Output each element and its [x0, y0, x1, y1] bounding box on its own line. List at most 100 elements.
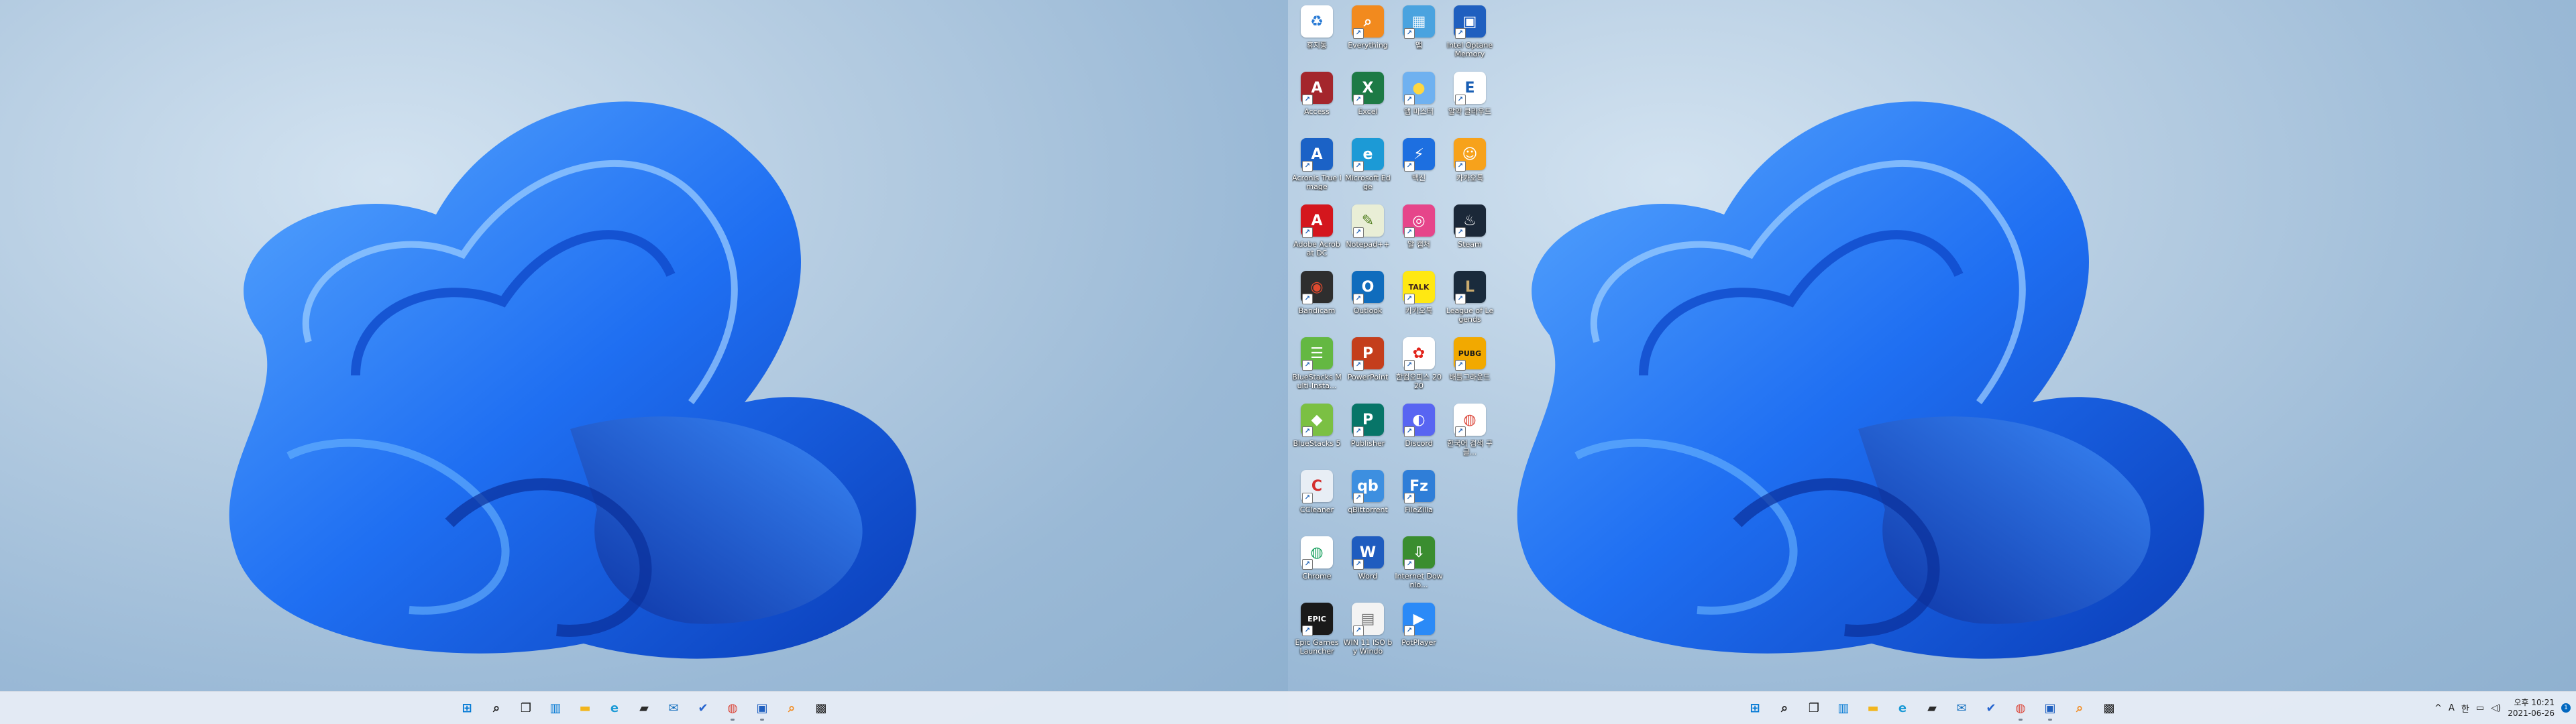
hancom-office-icon: ✿ ↗: [1403, 337, 1435, 371]
desktop-icon[interactable]: O ↗ Outlook: [1342, 268, 1393, 335]
recycle-bin-icon: ♻: [1301, 5, 1333, 38]
ime-mode-indicator[interactable]: A: [2449, 703, 2455, 713]
volume-icon[interactable]: ◁): [2491, 703, 2501, 713]
shortcut-arrow-icon: ↗: [1353, 294, 1364, 304]
todo-button[interactable]: ✔: [690, 695, 716, 721]
input-language-indicator[interactable]: 한: [2461, 702, 2469, 715]
widgets-button[interactable]: ▥: [542, 695, 569, 721]
desktop-icon[interactable]: ◆ ↗ BlueStacks 5: [1291, 401, 1342, 467]
check-icon: ✔: [698, 701, 708, 715]
desktop-icon[interactable]: TALK ↗ 카카오톡: [1393, 268, 1444, 335]
desktop-icon-label: 한국어 검색 구글...: [1447, 439, 1493, 457]
desktop-icon[interactable]: PUBG ↗ 배틀그라운드: [1444, 335, 1495, 401]
search-button[interactable]: ⌕: [1771, 695, 1798, 721]
mail-button[interactable]: ✉: [660, 695, 687, 721]
desktop-icon-label: 알약 클라우드: [1448, 107, 1492, 116]
desktop-icon[interactable]: P ↗ PowerPoint: [1342, 335, 1393, 401]
desktop-icon[interactable]: ⌕ ↗ Everything: [1342, 3, 1393, 69]
desktop-icon[interactable]: C ↗ CCleaner: [1291, 467, 1342, 534]
desktop-icon[interactable]: e ↗ Microsoft Edge: [1342, 135, 1393, 202]
kakaotalk-icon: TALK ↗: [1403, 271, 1435, 304]
lightning-shield-icon: ⚡ ↗: [1403, 138, 1435, 172]
desktop-left-monitor[interactable]: ⊞ ⌕ ❐ ▥ ▬ e ▰ ✉ ✔ ◍ ▣ ⌕ ▩: [0, 0, 1288, 724]
edge-button[interactable]: e: [601, 695, 628, 721]
shortcut-arrow-icon: ↗: [1302, 559, 1313, 570]
desktop-icon-label: BlueStacks Multi-Insta...: [1292, 373, 1342, 390]
optane-button[interactable]: ▣: [2037, 695, 2063, 721]
desktop-icon-label: 앱 마스터: [1404, 107, 1434, 116]
desktop-icon[interactable]: qb ↗ qBittorrent: [1342, 467, 1393, 534]
desktop-icon-label: 카카오톡: [1405, 306, 1433, 315]
desktop-icon[interactable]: ◉ ↗ Bandicam: [1291, 268, 1342, 335]
desktop-icon[interactable]: ✎ ↗ Notepad++: [1342, 202, 1393, 268]
widgets-icon: ▥: [549, 701, 561, 715]
mail-icon: ✉: [1956, 701, 1967, 715]
store-button[interactable]: ▰: [1919, 695, 1945, 721]
desktop-icon[interactable]: ☺ ↗ 카카오톡: [1444, 135, 1495, 202]
clock[interactable]: 오후 10:21 2021-06-26: [2508, 697, 2555, 719]
tray-overflow-chevron-icon[interactable]: ^: [2434, 703, 2442, 713]
search-button[interactable]: ⌕: [483, 695, 510, 721]
taskbar-right[interactable]: ⊞ ⌕ ❐ ▥ ▬ e ▰ ✉ ✔ ◍ ▣ ⌕ ▩ ^ A 한 ▭ ◁) 오후 10:21 2021-0…: [1288, 691, 2576, 724]
desktop-icon[interactable]: ⚡ ↗ 백신: [1393, 135, 1444, 202]
potplayer-icon: ▶ ↗: [1403, 603, 1435, 636]
desktop-icon[interactable]: ◎ ↗ 알 캡처: [1393, 202, 1444, 268]
desktop-icon[interactable]: ▣ ↗ Intel Optane Memory: [1444, 3, 1495, 69]
desktop-icon[interactable]: ♻ 휴지통: [1291, 3, 1342, 69]
capture-button[interactable]: ▩: [2096, 695, 2123, 721]
chrome-button[interactable]: ◍: [719, 695, 746, 721]
desktop-icon[interactable]: ● ↗ 앱 마스터: [1393, 69, 1444, 135]
edge-button[interactable]: e: [1889, 695, 1916, 721]
chrome-button[interactable]: ◍: [2007, 695, 2034, 721]
desktop-icon[interactable]: E ↗ 알약 클라우드: [1444, 69, 1495, 135]
desktop-icon[interactable]: ▤ ↗ WIN 11 ISO by Windo: [1342, 600, 1393, 666]
start-button[interactable]: ⊞: [453, 695, 480, 721]
windows-logo-icon: ⊞: [1750, 701, 1760, 715]
taskbar-left[interactable]: ⊞ ⌕ ❐ ▥ ▬ e ▰ ✉ ✔ ◍ ▣ ⌕ ▩: [0, 691, 1288, 724]
desktop-icon[interactable]: ◍ ↗ Chrome: [1291, 534, 1342, 600]
everything-button[interactable]: ⌕: [778, 695, 805, 721]
desktop-icon[interactable]: ⇩ ↗ Internet Downlo...: [1393, 534, 1444, 600]
desktop-icon[interactable]: ♨ ↗ Steam: [1444, 202, 1495, 268]
optane-button[interactable]: ▣: [749, 695, 775, 721]
desktop-icon[interactable]: ▦ ↗ 앱: [1393, 3, 1444, 69]
desktop-icon[interactable]: ◐ ↗ Discord: [1393, 401, 1444, 467]
desktop-icon[interactable]: A ↗ Access: [1291, 69, 1342, 135]
file-explorer-button[interactable]: ▬: [1860, 695, 1886, 721]
desktop-icon[interactable]: ◍ ↗ 한국어 검색 구글...: [1444, 401, 1495, 467]
file-explorer-button[interactable]: ▬: [572, 695, 598, 721]
task-view-icon: ❐: [1808, 701, 1820, 715]
desktop-icon[interactable]: EPIC ↗ Epic Games Launcher: [1291, 600, 1342, 666]
desktop-icon-label: Microsoft Edge: [1345, 174, 1391, 191]
shortcut-arrow-icon: ↗: [1404, 161, 1415, 172]
capture-button[interactable]: ▩: [808, 695, 835, 721]
desktop-icon[interactable]: ☰ ↗ BlueStacks Multi-Insta...: [1291, 335, 1342, 401]
folder-icon: ▬: [579, 701, 591, 715]
todo-button[interactable]: ✔: [1978, 695, 2004, 721]
mail-button[interactable]: ✉: [1948, 695, 1975, 721]
desktop-icon[interactable]: ✿ ↗ 한컴오피스 2020: [1393, 335, 1444, 401]
desktop-icon[interactable]: ▶ ↗ PotPlayer: [1393, 600, 1444, 666]
task-view-button[interactable]: ❐: [1801, 695, 1827, 721]
store-button[interactable]: ▰: [631, 695, 657, 721]
desktop-icon[interactable]: Fz ↗ FileZilla: [1393, 467, 1444, 534]
desktop-icon[interactable]: A ↗ Acronis True Image: [1291, 135, 1342, 202]
widgets-button[interactable]: ▥: [1830, 695, 1857, 721]
empty-slot: [1444, 534, 1495, 600]
task-view-button[interactable]: ❐: [513, 695, 539, 721]
everything-button[interactable]: ⌕: [2066, 695, 2093, 721]
search-magnifier-icon: ⌕ ↗: [1352, 5, 1384, 39]
desktop-icon-label: Notepad++: [1346, 240, 1390, 249]
start-button[interactable]: ⊞: [1741, 695, 1768, 721]
desktop-icon[interactable]: P ↗ Publisher: [1342, 401, 1393, 467]
desktop-icon[interactable]: X ↗ Excel: [1342, 69, 1393, 135]
notepad-plus-icon: ✎ ↗: [1352, 204, 1384, 238]
shortcut-arrow-icon: ↗: [1404, 559, 1415, 570]
desktop-icon[interactable]: A ↗ Adobe Acrobat DC: [1291, 202, 1342, 268]
notification-badge[interactable]: 1: [2561, 703, 2571, 713]
network-icon[interactable]: ▭: [2476, 703, 2484, 713]
desktop-icon[interactable]: L ↗ League of Legends: [1444, 268, 1495, 335]
shortcut-arrow-icon: ↗: [1353, 161, 1364, 172]
desktop-icon[interactable]: W ↗ Word: [1342, 534, 1393, 600]
shortcut-arrow-icon: ↗: [1404, 360, 1415, 371]
